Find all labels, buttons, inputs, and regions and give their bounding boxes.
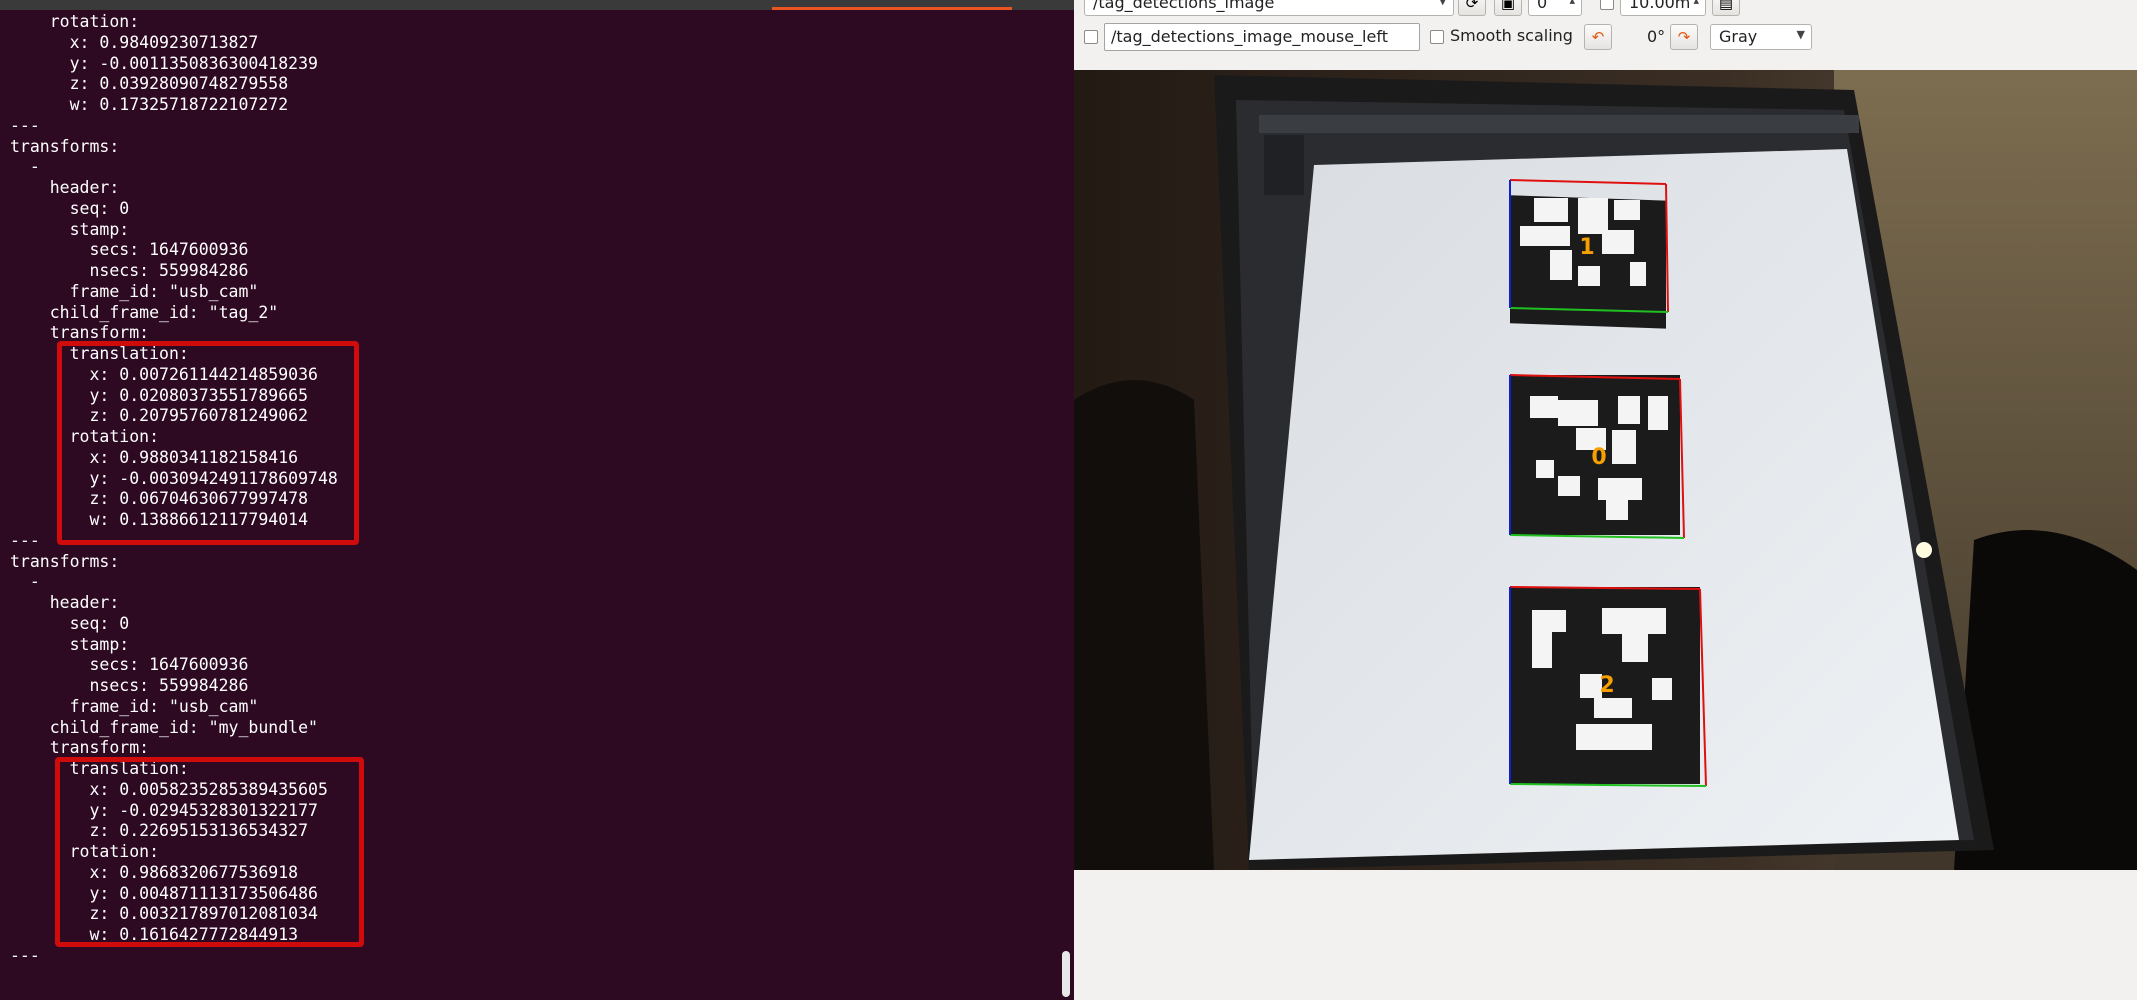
terminal-tab-bar (0, 0, 1074, 10)
tag-1-label: 1 (1579, 235, 1594, 260)
rotation-label: 0° (1647, 27, 1666, 46)
mouse-publish-checkbox[interactable] (1084, 30, 1098, 44)
min-value-spinbox[interactable]: 0 ▴ (1528, 0, 1582, 16)
tablet-status-bar (1259, 115, 1859, 133)
active-tab-indicator (772, 0, 1012, 10)
highlight-box-tag2-transform (57, 341, 359, 545)
terminal-scrollbar[interactable] (1062, 951, 1070, 997)
save-image-icon[interactable]: ▣ (1494, 0, 1522, 16)
apriltag-2: 2 (1509, 586, 1707, 787)
color-scheme-select[interactable]: Gray ▼ (1710, 24, 1812, 50)
refresh-topics-icon[interactable]: ⟳ (1458, 0, 1486, 16)
light-glare (1916, 542, 1932, 558)
max-value-checkbox[interactable] (1600, 0, 1614, 10)
tag-2-label: 2 (1599, 673, 1614, 698)
topic-select-value: /tag_detections_image (1093, 0, 1275, 12)
mouse-topic-value: /tag_detections_image_mouse_left (1111, 27, 1388, 46)
smooth-scaling-label: Smooth scaling (1450, 26, 1573, 45)
apriltag-0: 0 (1509, 374, 1685, 539)
toolbar-row-2: /tag_detections_image_mouse_left Smooth … (1074, 22, 2137, 54)
tablet-side-toolbar (1264, 135, 1304, 195)
chevron-down-icon: ▼ (1438, 0, 1447, 7)
apriltag-1: 1 (1509, 179, 1669, 329)
snapshot-icon[interactable]: ▤ (1712, 0, 1740, 16)
rotate-right-icon[interactable]: ↷ (1670, 24, 1698, 50)
topic-select[interactable]: /tag_detections_image ▼ (1084, 0, 1454, 16)
spin-arrows-icon: ▴ (1693, 0, 1699, 7)
terminal-window[interactable]: rotation: x: 0.98409230713827 y: -0.0011… (0, 0, 1074, 1000)
toolbar-row-1: /tag_detections_image ▼ ⟳ ▣ 0 ▴ 10.00m ▴ ▤ (1074, 0, 2137, 16)
tag-0-label: 0 (1591, 445, 1606, 470)
max-value-spinbox[interactable]: 10.00m ▴ (1620, 0, 1706, 16)
color-scheme-value: Gray (1719, 27, 1758, 46)
mouse-topic-input[interactable]: /tag_detections_image_mouse_left (1104, 23, 1420, 51)
highlight-box-bundle-transform (55, 757, 364, 947)
shadow-blob (1074, 380, 1214, 870)
rotate-left-icon[interactable]: ↶ (1584, 24, 1612, 50)
spin-arrows-icon: ▴ (1569, 0, 1575, 7)
max-value: 10.00m (1629, 0, 1691, 12)
min-value: 0 (1537, 0, 1548, 12)
smooth-scaling-checkbox[interactable] (1430, 30, 1444, 44)
camera-image[interactable]: 1 0 2 (1074, 70, 2137, 870)
chevron-down-icon: ▼ (1796, 28, 1805, 41)
